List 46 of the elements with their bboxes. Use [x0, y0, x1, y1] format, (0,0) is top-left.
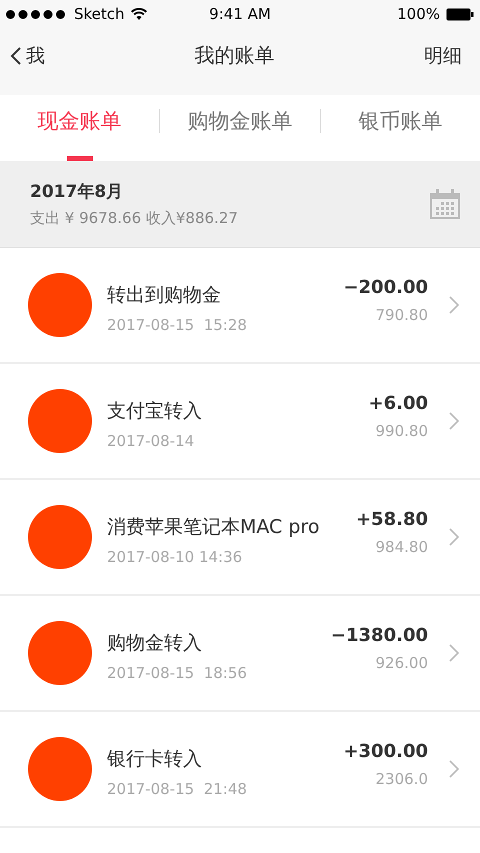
transaction-time: 2017-08-10 14:36: [107, 548, 244, 566]
carrier-name: Sketch: [74, 5, 125, 23]
transaction-title: 转出到购物金: [107, 283, 222, 308]
transaction-row[interactable]: 银行卡转入 2017-08-15 21:48 +300.00 2306.0: [0, 712, 480, 828]
transaction-balance: 790.80: [376, 306, 428, 324]
transaction-balance: 926.00: [376, 654, 428, 672]
transaction-amount: −1380.00: [330, 624, 428, 646]
transaction-title: 银行卡转入: [107, 747, 203, 772]
transaction-title: 购物金转入: [107, 631, 203, 656]
transaction-time: 2017-08-15 18:56: [107, 664, 248, 682]
transaction-title: 支付宝转入: [107, 399, 203, 424]
transaction-amount: −200.00: [343, 276, 428, 298]
transaction-time: 2017-08-14: [107, 432, 196, 450]
transaction-balance: 2306.0: [376, 770, 428, 788]
signal-icon: [6, 10, 68, 18]
battery-icon: [446, 8, 474, 20]
details-button[interactable]: 明细: [424, 42, 462, 68]
wifi-icon: [130, 8, 147, 20]
tab[interactable]: 现金账单: [0, 95, 160, 161]
month-label: 2017年8月: [30, 181, 124, 203]
transaction-amount: +58.80: [356, 508, 428, 530]
transaction-amount: +6.00: [368, 392, 428, 414]
transaction-row[interactable]: 转出到购物金 2017-08-15 15:28 −200.00 790.80: [0, 248, 480, 364]
chevron-right-icon: [448, 643, 460, 663]
tab[interactable]: 银币账单: [320, 95, 480, 161]
transaction-row[interactable]: 支付宝转入 2017-08-14 +6.00 990.80: [0, 364, 480, 480]
chevron-right-icon: [448, 295, 460, 315]
month-totals: 支出 ¥ 9678.66 收入¥886.27: [30, 209, 238, 228]
transaction-balance: 984.80: [376, 538, 428, 556]
chevron-right-icon: [448, 411, 460, 431]
transaction-time: 2017-08-15 15:28: [107, 316, 248, 334]
transaction-time: 2017-08-15 21:48: [107, 780, 248, 798]
transaction-amount: +300.00: [343, 740, 428, 762]
battery-level: 100%: [397, 5, 440, 23]
tab[interactable]: 购物金账单: [160, 95, 320, 161]
status-time: 9:41 AM: [209, 5, 271, 23]
page-title: 我的账单: [194, 42, 274, 69]
back-button[interactable]: 我: [10, 42, 45, 68]
chevron-right-icon: [448, 527, 460, 547]
chevron-right-icon: [448, 759, 460, 779]
transaction-balance: 990.80: [376, 422, 428, 440]
calendar-icon[interactable]: [430, 189, 460, 219]
back-chevron-icon: [10, 46, 22, 66]
transaction-title: 消费苹果笔记本MAC pro: [107, 515, 320, 540]
transaction-row[interactable]: 消费苹果笔记本MAC pro 2017-08-10 14:36 +58.80 984.80: [0, 480, 480, 596]
transaction-row[interactable]: 购物金转入 2017-08-15 18:56 −1380.00 926.00: [0, 596, 480, 712]
